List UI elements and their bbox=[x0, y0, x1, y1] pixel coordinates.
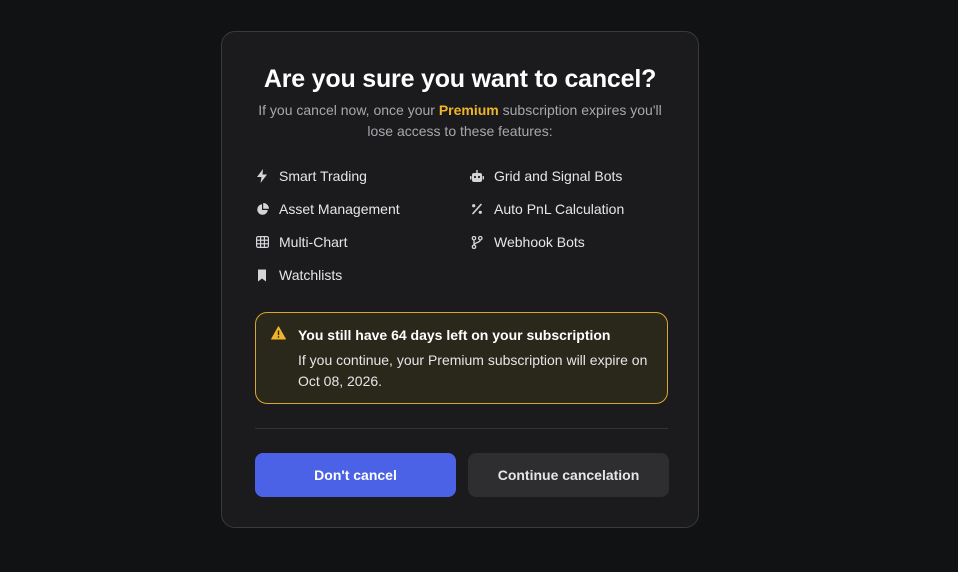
feature-label: Asset Management bbox=[279, 201, 400, 217]
bookmark-icon bbox=[255, 268, 269, 282]
robot-icon bbox=[470, 169, 484, 183]
continue-cancelation-button[interactable]: Continue cancelation bbox=[468, 453, 669, 497]
divider bbox=[255, 428, 668, 429]
feature-label: Webhook Bots bbox=[494, 234, 585, 250]
feature-label: Grid and Signal Bots bbox=[494, 168, 623, 184]
dialog-subtitle: If you cancel now, once your Premium sub… bbox=[252, 100, 668, 142]
days-left-alert: You still have 64 days left on your subs… bbox=[255, 312, 668, 404]
feature-asset-management: Asset Management bbox=[255, 199, 400, 219]
feature-label: Auto PnL Calculation bbox=[494, 201, 625, 217]
grid-icon bbox=[255, 235, 269, 249]
feature-smart-trading: Smart Trading bbox=[255, 166, 367, 186]
pie-chart-icon bbox=[255, 202, 269, 216]
lightning-icon bbox=[255, 169, 269, 183]
cancel-subscription-dialog: Are you sure you want to cancel? If you … bbox=[221, 31, 699, 528]
feature-watchlists: Watchlists bbox=[255, 265, 342, 285]
warning-icon bbox=[271, 326, 286, 345]
dialog-title: Are you sure you want to cancel? bbox=[263, 65, 657, 93]
premium-highlight: Premium bbox=[438, 102, 499, 118]
feature-label: Multi-Chart bbox=[279, 234, 348, 250]
feature-multi-chart: Multi-Chart bbox=[255, 232, 347, 252]
percent-icon bbox=[470, 202, 484, 216]
alert-title: You still have 64 days left on your subs… bbox=[298, 327, 611, 343]
alert-text: If you continue, your Premium subscripti… bbox=[298, 352, 648, 389]
branch-icon bbox=[470, 235, 484, 249]
dont-cancel-button[interactable]: Don't cancel bbox=[255, 453, 456, 497]
feature-label: Watchlists bbox=[279, 267, 343, 283]
subtitle-text-before: If you cancel now, once your bbox=[258, 102, 439, 118]
feature-webhook-bots: Webhook Bots bbox=[470, 232, 585, 252]
feature-auto-pnl: Auto PnL Calculation bbox=[470, 199, 624, 219]
feature-grid-signal-bots: Grid and Signal Bots bbox=[470, 166, 622, 186]
feature-label: Smart Trading bbox=[279, 168, 367, 184]
